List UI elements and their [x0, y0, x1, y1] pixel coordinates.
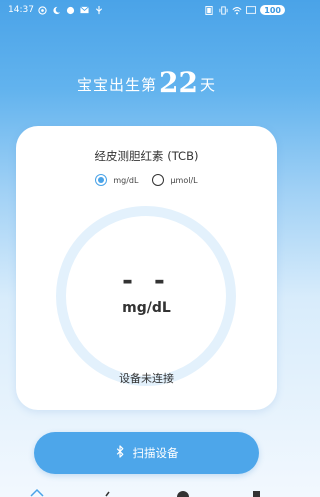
- bottom-nav: [0, 488, 293, 497]
- reading-gauge-ring: [56, 206, 236, 386]
- heading-prefix: 宝宝出生第: [77, 76, 158, 94]
- moon-icon: [52, 5, 62, 15]
- baby-day-heading: 宝宝出生第22 天: [0, 64, 293, 99]
- baby-day-number: 22: [159, 66, 198, 99]
- notification-icon: [38, 5, 48, 15]
- sim-icon: [246, 5, 257, 15]
- nav-home-icon[interactable]: [29, 488, 45, 497]
- wifi-icon: [232, 5, 242, 15]
- status-bar: 14:37 100: [0, 0, 293, 20]
- unit-selector: mg/dL μmol/L: [16, 174, 277, 186]
- nav-profile-icon[interactable]: [248, 488, 264, 497]
- measurement-card: 经皮测胆红素 (TCB) mg/dL μmol/L - - mg/dL 设备未连…: [16, 126, 277, 410]
- card-title: 经皮测胆红素 (TCB): [94, 149, 199, 163]
- scan-devices-button[interactable]: 扫描设备: [34, 432, 259, 474]
- battery-indicator: 100: [260, 5, 285, 15]
- vibrate-icon: [218, 5, 228, 15]
- status-right: 100: [204, 5, 285, 15]
- unit-radio-umol[interactable]: [152, 174, 165, 186]
- unit-option-mgdl[interactable]: mg/dL: [95, 174, 138, 186]
- bluetooth-icon: [115, 445, 125, 461]
- nfc-icon: [204, 5, 214, 15]
- reading-value: - -: [122, 266, 171, 296]
- reading-unit: mg/dL: [122, 300, 171, 316]
- heading-suffix: 天: [199, 76, 216, 94]
- unit-option-umol[interactable]: μmol/L: [152, 174, 198, 186]
- nav-record-icon[interactable]: [175, 488, 191, 497]
- mail-icon: [80, 5, 90, 15]
- scan-button-label: 扫描设备: [132, 446, 179, 460]
- unit-label-umol: μmol/L: [170, 175, 198, 185]
- status-time: 14:37: [8, 5, 34, 15]
- connection-status: 设备未连接: [119, 372, 174, 385]
- unit-label-mgdl: mg/dL: [113, 175, 139, 185]
- chat-icon: [66, 5, 76, 15]
- status-left: 14:37: [8, 5, 104, 15]
- usb-icon: [94, 5, 104, 15]
- unit-radio-mgdl[interactable]: [95, 174, 108, 186]
- nav-trend-icon[interactable]: [102, 488, 118, 497]
